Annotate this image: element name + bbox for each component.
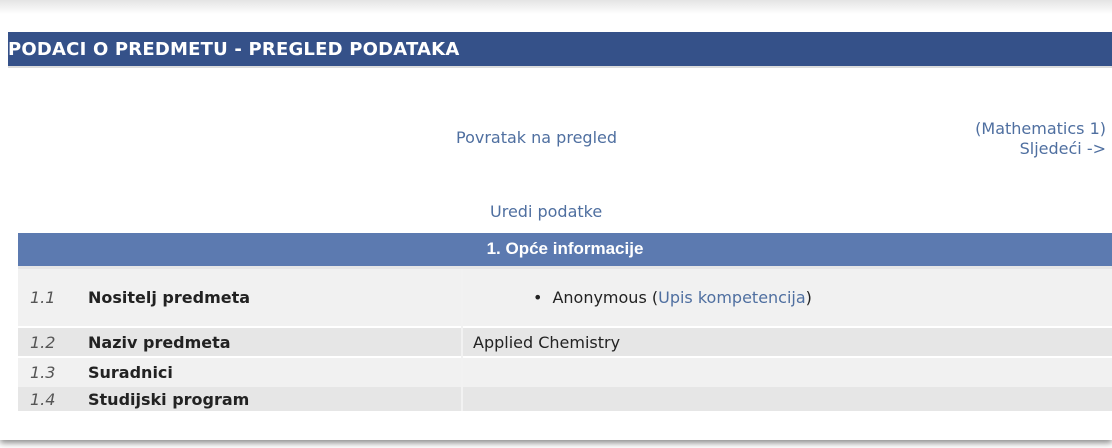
next-link[interactable]: Sljedeći -> (975, 139, 1106, 159)
table-row: 1.4 Studijski program (18, 387, 1112, 411)
section-header: 1. Opće informacije (18, 233, 1112, 269)
course-data-panel: PODACI O PREDMETU - PREGLED PODATAKA Pov… (0, 0, 1112, 440)
edit-data-link[interactable]: Uredi podatke (490, 202, 602, 221)
table-row: 1.2 Naziv predmeta Applied Chemistry (18, 326, 1112, 357)
row-number: 1.2 (18, 326, 88, 357)
row-label: Studijski program (88, 387, 463, 411)
competencies-link[interactable]: Upis kompetencija (658, 288, 806, 307)
row-number: 1.3 (18, 356, 88, 387)
lecturer-name: Anonymous (552, 287, 647, 307)
table-row: 1.1 Nositelj predmeta • Anonymous (Upis k… (18, 267, 1112, 327)
row-value: Applied Chemistry (462, 326, 1112, 357)
page-title: PODACI O PREDMETU - PREGLED PODATAKA (8, 32, 1112, 68)
table-row: 1.3 Suradnici (18, 356, 1112, 387)
next-course-name-link[interactable]: (Mathematics 1) (975, 119, 1106, 139)
row-value: • Anonymous (Upis kompetencija) (462, 267, 1112, 327)
back-to-overview-link[interactable]: Povratak na pregled (456, 128, 617, 147)
row-label: Naziv predmeta (88, 326, 463, 357)
row-label: Suradnici (88, 356, 463, 387)
general-info-table: 1. Opće informacije 1.1 Nositelj predmet… (18, 233, 1112, 411)
row-number: 1.4 (18, 387, 88, 411)
top-shadow (0, 0, 1112, 14)
row-label: Nositelj predmeta (88, 267, 463, 327)
row-value (462, 387, 1112, 411)
row-number: 1.1 (18, 267, 88, 327)
row-value (462, 356, 1112, 387)
next-course-nav: (Mathematics 1) Sljedeći -> (975, 119, 1106, 159)
bullet-icon: • (533, 287, 543, 307)
